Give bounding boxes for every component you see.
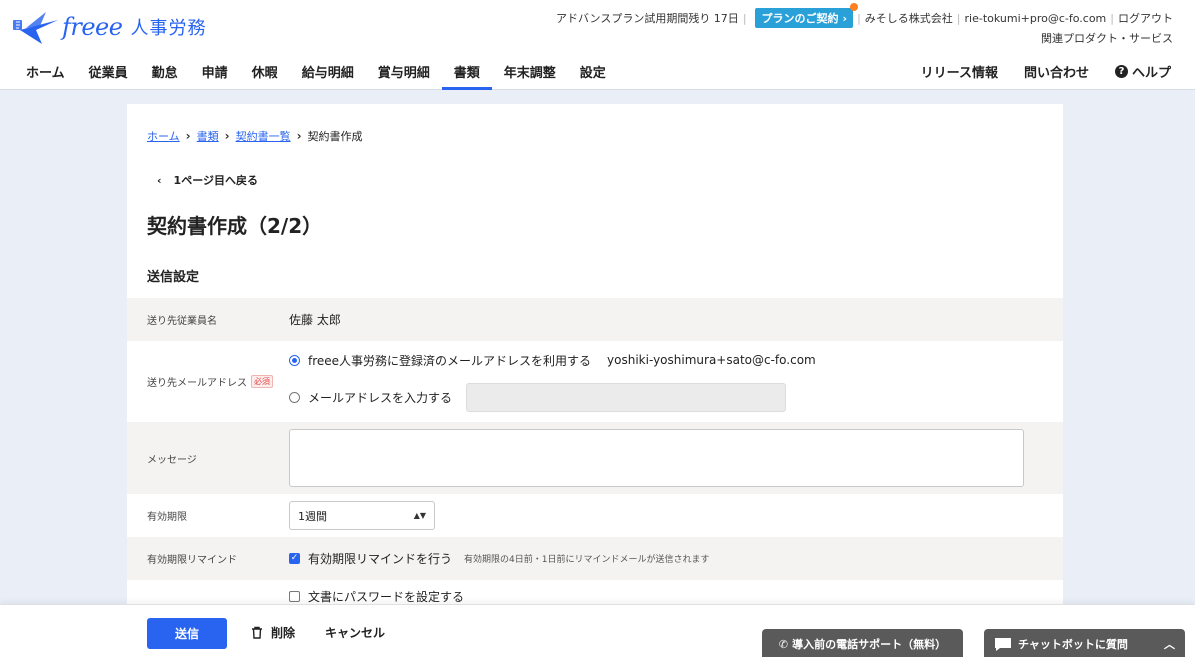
reminder-row: 有効期限リマインド ✓ 有効期限リマインドを行う 有効期限の4日前・1日前にリマ…	[127, 537, 1063, 580]
top-header: freee 人事労務 アドバンスプラン試用期間残り 17日 | プランのご契約 …	[0, 0, 1195, 90]
contact-link[interactable]: 問い合わせ	[1024, 62, 1089, 81]
nav-payslips[interactable]: 給与明細	[290, 56, 366, 90]
notification-dot	[850, 3, 859, 11]
nav-leave[interactable]: 休暇	[240, 56, 290, 90]
breadcrumb-documents[interactable]: 書類	[197, 128, 219, 144]
email-option-registered[interactable]: freee人事労務に登録済のメールアドレスを利用する yoshiki-yoshi…	[289, 352, 1063, 369]
nav-documents[interactable]: 書類	[441, 56, 492, 90]
utility-links: アドバンスプラン試用期間残り 17日 | プランのご契約 › | みそしる株式会…	[555, 3, 1173, 28]
radio-selected[interactable]	[289, 354, 300, 366]
question-icon: ?	[1114, 65, 1128, 78]
company-name[interactable]: みそしる株式会社	[865, 10, 953, 26]
logout-link[interactable]: ログアウト	[1118, 10, 1173, 26]
breadcrumb-home[interactable]: ホーム	[147, 128, 180, 144]
main-nav: ホーム 従業員 勤怠 申請 休暇 給与明細 賞与明細 書類 年末調整 設定	[14, 56, 618, 90]
password-checkbox[interactable]	[289, 591, 300, 602]
reminder-option[interactable]: ✓ 有効期限リマインドを行う 有効期限の4日前・1日前にリマインドメールが送信さ…	[289, 550, 1063, 567]
page-title: 契約書作成（2/2）	[147, 214, 323, 238]
nav-employees[interactable]: 従業員	[77, 56, 140, 90]
nav-settings[interactable]: 設定	[568, 56, 618, 90]
cancel-button[interactable]: キャンセル	[325, 624, 385, 641]
nav-attendance[interactable]: 勤怠	[140, 56, 190, 90]
email-label: 送り先メールアドレス	[147, 378, 247, 389]
bird-logo-icon	[13, 12, 58, 44]
reminder-checkbox[interactable]: ✓	[289, 553, 300, 564]
nav-right: リリース情報 問い合わせ ? ヘルプ	[921, 56, 1171, 81]
chevron-left-icon: ‹	[157, 173, 162, 187]
reminder-label: 有効期限リマインド	[147, 555, 237, 566]
chatbot-tab[interactable]: チャットボットに質問 ︿	[984, 629, 1185, 657]
help-link[interactable]: ? ヘルプ	[1114, 62, 1171, 81]
chevron-right-icon: ›	[842, 11, 848, 25]
trial-remaining: アドバンスプラン試用期間残り 17日	[555, 12, 739, 25]
back-to-page-1[interactable]: ‹ 1ページ目へ戻る	[157, 172, 258, 188]
required-badge: 必須	[251, 375, 273, 388]
message-label: メッセージ	[147, 454, 197, 466]
delete-button[interactable]: 削除	[251, 624, 295, 641]
expiry-label: 有効期限	[147, 512, 187, 523]
reminder-hint: 有効期限の4日前・1日前にリマインドメールが送信されます	[464, 555, 710, 565]
nav-bonus-slips[interactable]: 賞与明細	[366, 56, 442, 90]
email-option-input[interactable]: メールアドレスを入力する	[289, 382, 1063, 412]
action-footer: 送信 削除 キャンセル ✆ 導入前の電話サポート（無料） チャットボットに質問 …	[0, 604, 1195, 657]
radio-unselected[interactable]	[289, 391, 300, 403]
nav-home[interactable]: ホーム	[14, 56, 77, 90]
expiry-select[interactable]: 1週間 ▲▼	[289, 501, 435, 530]
registered-email: yoshiki-yoshimura+sato@c-fo.com	[607, 353, 816, 367]
section-title: 送信設定	[147, 270, 200, 285]
freee-logo[interactable]: freee 人事労務	[12, 8, 206, 46]
plan-contract-button[interactable]: プランのご契約 ›	[754, 3, 859, 28]
chevron-right-icon: ›	[224, 129, 230, 143]
chat-bubble-icon	[995, 637, 1011, 651]
trash-icon	[252, 626, 262, 639]
product-name: 人事労務	[130, 18, 207, 39]
email-input-field[interactable]	[466, 382, 787, 412]
phone-icon: ✆	[778, 637, 789, 651]
breadcrumb: ホーム › 書類 › 契約書一覧 › 契約書作成	[147, 128, 363, 144]
contract-form-card: ホーム › 書類 › 契約書一覧 › 契約書作成 ‹ 1ページ目へ戻る 契約書作…	[127, 104, 1063, 624]
nav-requests[interactable]: 申請	[190, 56, 240, 90]
chevron-right-icon: ›	[185, 129, 191, 143]
breadcrumb-contract-list[interactable]: 契約書一覧	[236, 128, 291, 144]
breadcrumb-current: 契約書作成	[307, 130, 363, 143]
expiry-row: 有効期限 1週間 ▲▼	[127, 494, 1063, 537]
recipient-row: 送り先従業員名 佐藤 太郎	[127, 298, 1063, 341]
related-products-link[interactable]: 関連プロダクト・サービス	[1041, 30, 1173, 46]
brand-name: freee	[62, 13, 123, 41]
email-row: 送り先メールアドレス 必須 freee人事労務に登録済のメールアドレスを利用する…	[127, 341, 1063, 422]
message-row: メッセージ	[127, 422, 1063, 494]
recipient-value: 佐藤 太郎	[289, 313, 341, 327]
password-option[interactable]: 文書にパスワードを設定する	[289, 588, 1063, 605]
send-button[interactable]: 送信	[147, 618, 227, 649]
nav-year-end[interactable]: 年末調整	[492, 56, 568, 90]
release-notes-link[interactable]: リリース情報	[921, 62, 998, 81]
chevron-right-icon: ›	[296, 129, 302, 143]
user-email[interactable]: rie-tokumi+pro@c-fo.com	[965, 12, 1107, 25]
select-arrows-icon: ▲▼	[413, 511, 426, 520]
message-textarea[interactable]	[289, 429, 1024, 487]
chevron-up-icon[interactable]: ︿	[1164, 636, 1175, 652]
recipient-label: 送り先従業員名	[147, 316, 217, 327]
phone-support-tab[interactable]: ✆ 導入前の電話サポート（無料）	[762, 629, 963, 657]
